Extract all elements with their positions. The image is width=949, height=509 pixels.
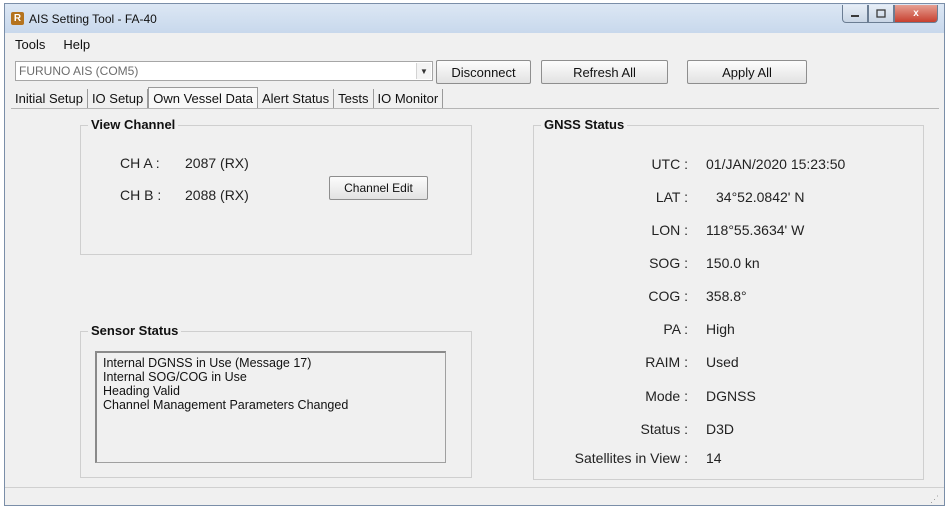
app-window: R AIS Setting Tool - FA-40 x Tools Help … [4,3,945,506]
close-button[interactable]: x [894,5,938,23]
menu-help[interactable]: Help [55,37,98,52]
sensor-status-group: Sensor Status Internal DGNSS in Use (Mes… [80,323,472,478]
minimize-button[interactable] [842,5,868,23]
sensor-status-title: Sensor Status [88,323,182,338]
lat-value: 34°52.0842' N [716,189,805,205]
sog-label: SOG : [649,255,688,271]
channel-edit-button[interactable]: Channel Edit [329,176,428,200]
list-item: Channel Management Parameters Changed [103,398,349,412]
utc-value: 01/JAN/2020 15:23:50 [706,156,846,172]
status-label: Status : [640,421,688,437]
mode-value: DGNSS [706,388,756,404]
tab-content: View Channel CH A : 2087 (RX) CH B : 208… [11,108,939,486]
list-item: Internal DGNSS in Use (Message 17) [103,356,312,370]
status-value: D3D [706,421,735,437]
toolbar: FURUNO AIS (COM5) ▼ Disconnect Refresh A… [5,56,944,86]
menu-tools[interactable]: Tools [7,37,53,52]
satellites-label: Satellites in View : [574,450,688,466]
close-icon: x [913,8,919,19]
lon-value: 118°55.3634' W [706,222,805,238]
cog-label: COG : [648,288,688,304]
minimize-icon [851,14,859,17]
view-channel-title: View Channel [88,117,179,132]
list-item: Heading Valid [103,384,180,398]
satellites-value: 14 [706,450,722,466]
tab-initial-setup[interactable]: Initial Setup [11,89,88,108]
app-icon: R [11,12,24,25]
list-item: Internal SOG/COG in Use [103,370,247,384]
maximize-button[interactable] [868,5,894,23]
port-select-value: FURUNO AIS (COM5) [19,64,139,78]
tab-io-monitor[interactable]: IO Monitor [374,89,444,108]
tab-own-vessel-data[interactable]: Own Vessel Data [148,87,258,109]
mode-label: Mode : [645,388,688,404]
tab-alert-status[interactable]: Alert Status [258,89,335,108]
gnss-status-group: GNSS Status UTC : 01/JAN/2020 15:23:50 L… [533,117,924,480]
window-controls: x [842,5,938,23]
ch-b-label: CH B : [120,187,162,203]
view-channel-group: View Channel CH A : 2087 (RX) CH B : 208… [80,117,472,255]
utc-label: UTC : [651,156,688,172]
maximize-icon [876,9,886,18]
raim-label: RAIM : [645,354,688,370]
ch-b-value: 2088 (RX) [185,187,249,203]
cog-value: 358.8° [706,288,747,304]
tab-bar: Initial Setup IO Setup Own Vessel Data A… [11,86,444,109]
chevron-down-icon[interactable]: ▼ [416,63,431,79]
tab-io-setup[interactable]: IO Setup [88,89,149,108]
pa-value: High [706,321,735,337]
window-title: AIS Setting Tool - FA-40 [29,12,157,26]
tab-tests[interactable]: Tests [334,89,374,108]
raim-value: Used [706,354,739,370]
status-bar: ⋰ [5,487,944,505]
lon-label: LON : [651,222,688,238]
sog-value: 150.0 kn [706,255,760,271]
apply-all-button[interactable]: Apply All [687,60,807,84]
gnss-status-title: GNSS Status [541,117,628,132]
disconnect-button[interactable]: Disconnect [436,60,531,84]
port-select[interactable]: FURUNO AIS (COM5) ▼ [15,61,433,81]
title-bar[interactable]: R AIS Setting Tool - FA-40 x [5,4,944,33]
pa-label: PA : [663,321,688,337]
refresh-all-button[interactable]: Refresh All [541,60,668,84]
ch-a-label: CH A : [120,155,160,171]
resize-grip-icon[interactable]: ⋰ [930,494,940,504]
ch-a-value: 2087 (RX) [185,155,249,171]
sensor-status-list[interactable]: Internal DGNSS in Use (Message 17) Inter… [95,351,446,463]
menu-bar: Tools Help [5,33,944,55]
lat-label: LAT : [655,189,688,205]
